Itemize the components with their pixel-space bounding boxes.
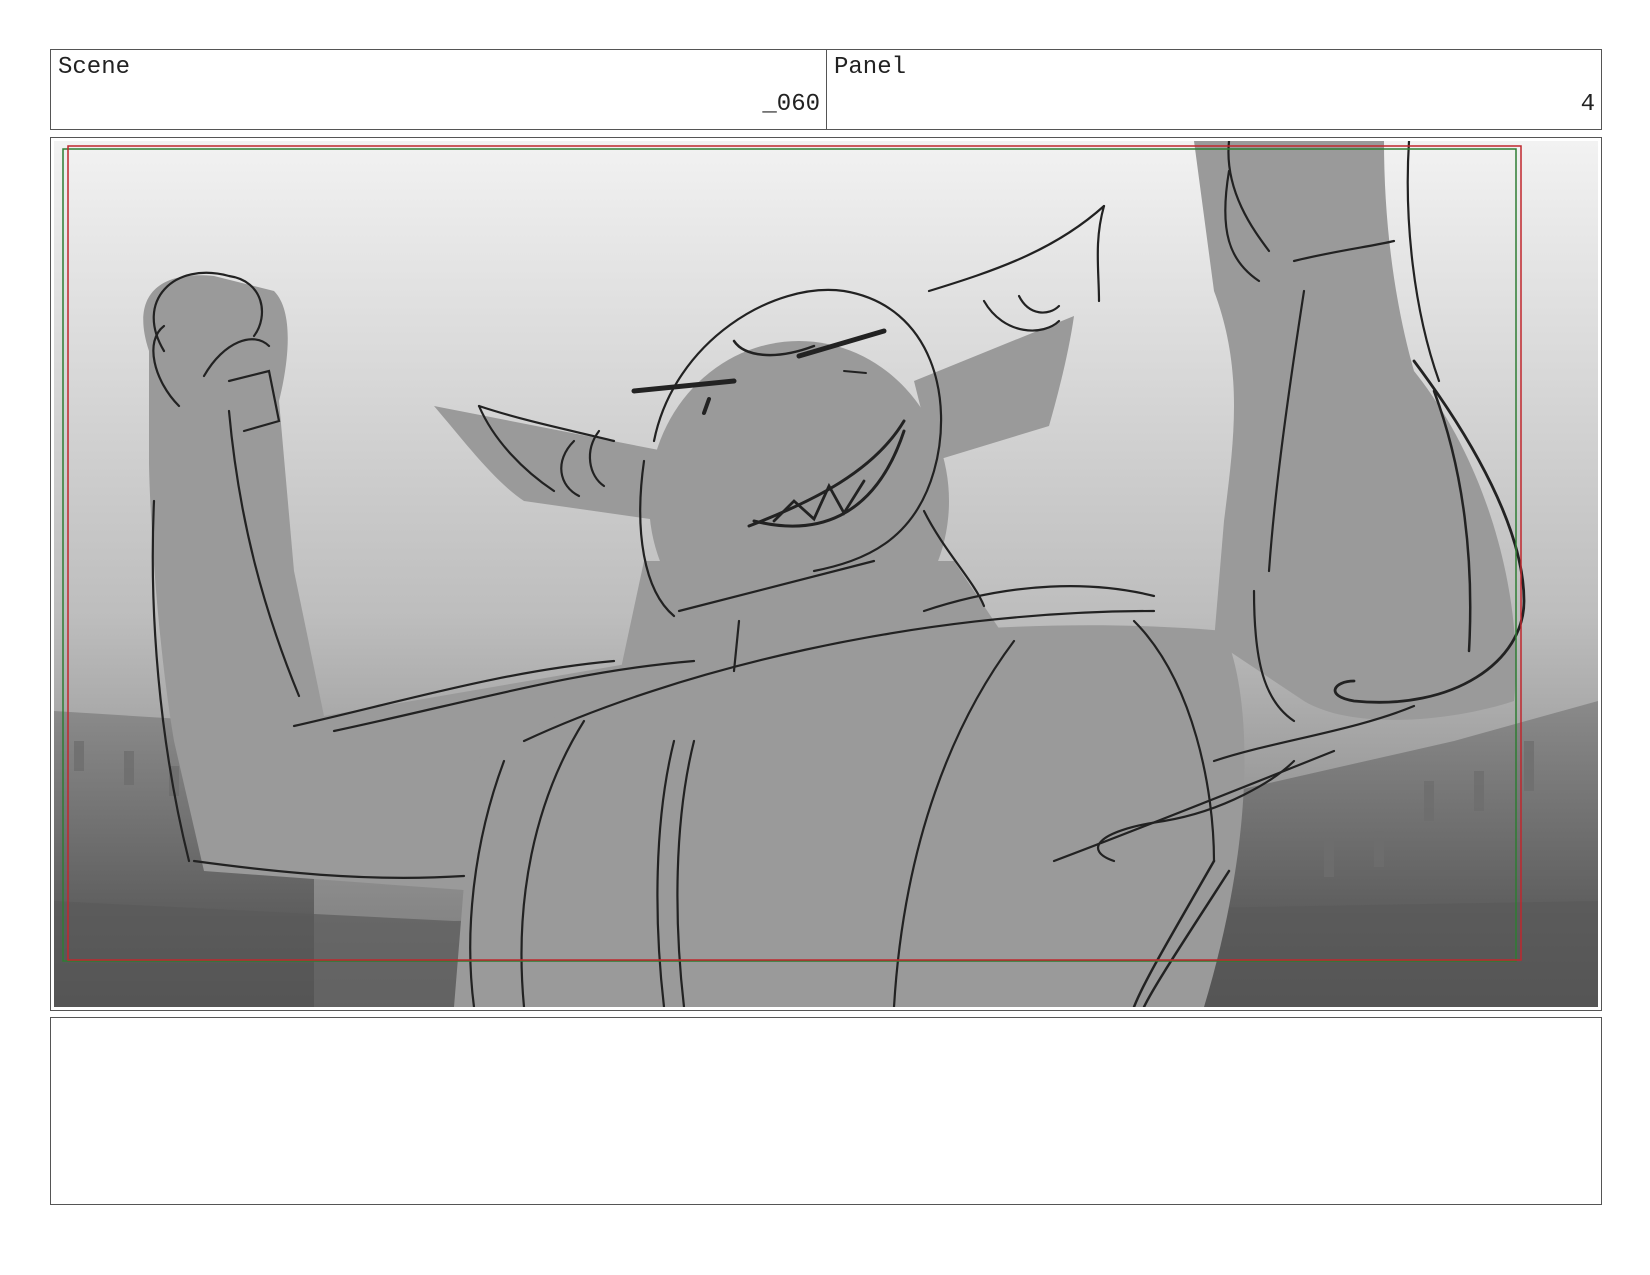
notes-box[interactable] <box>50 1017 1602 1205</box>
scene-number: _060 <box>762 91 820 118</box>
panel-cell: Panel 4 <box>827 50 1601 129</box>
scene-label: Scene <box>58 54 131 81</box>
storyboard-frame <box>50 137 1602 1011</box>
panel-label: Panel <box>834 54 907 81</box>
scene-cell: Scene _060 <box>51 50 827 129</box>
panel-header: Scene _060 Panel 4 <box>50 49 1602 130</box>
sketch-artwork <box>54 141 1598 1007</box>
panel-number: 4 <box>1580 91 1595 118</box>
